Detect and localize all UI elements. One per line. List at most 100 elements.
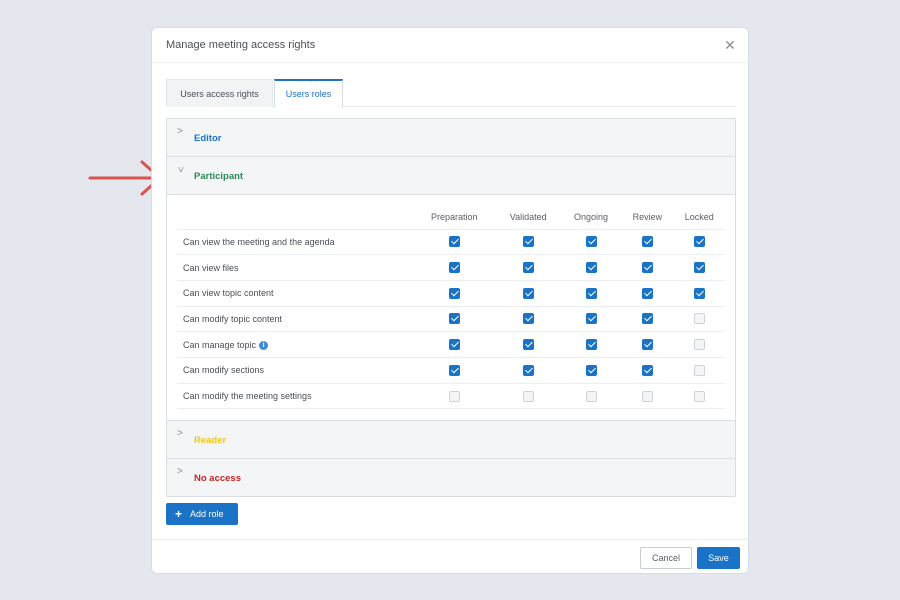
permission-cell	[621, 356, 674, 384]
role-header-reader[interactable]: > Reader	[167, 421, 735, 459]
permission-label: Can modify the meeting settings	[183, 390, 312, 401]
permission-cell	[673, 382, 725, 410]
permission-checkbox[interactable]	[585, 236, 597, 248]
permission-row: Can modify topic content	[177, 305, 725, 332]
permission-checkbox[interactable]	[522, 236, 534, 248]
permission-cell	[560, 254, 622, 281]
permission-checkbox[interactable]	[448, 262, 460, 274]
permission-checkbox[interactable]	[448, 390, 460, 402]
add-role-label: Add role	[190, 509, 224, 519]
permission-label-cell: Can view topic content	[177, 279, 413, 307]
permission-cell	[673, 228, 725, 255]
permission-label: Can modify topic content	[183, 313, 283, 324]
permission-checkbox[interactable]	[522, 262, 534, 274]
permissions-table: Preparation Validated Ongoing Review Loc…	[177, 205, 725, 410]
chevron-down-icon: >	[174, 166, 186, 173]
dialog-header: Manage meeting access rights ✕	[152, 28, 748, 63]
permission-cell	[560, 331, 622, 358]
permission-label: Can manage topic	[183, 339, 257, 350]
permission-cell	[560, 356, 622, 384]
permission-checkbox[interactable]	[522, 339, 534, 351]
permission-checkbox[interactable]	[585, 313, 597, 325]
permission-checkbox[interactable]	[448, 339, 460, 351]
add-role-button[interactable]: + Add role	[166, 503, 238, 525]
permission-checkbox[interactable]	[585, 287, 597, 299]
permission-label-cell: Can view the meeting and the agenda	[177, 228, 413, 255]
permission-checkbox[interactable]	[693, 364, 705, 376]
permission-label-cell: Can view files	[177, 254, 413, 281]
permission-cell	[560, 305, 622, 332]
permission-cell	[495, 382, 561, 410]
permission-cell	[673, 331, 725, 358]
close-icon[interactable]: ✕	[722, 37, 738, 53]
permission-checkbox[interactable]	[693, 339, 705, 351]
dialog-title: Manage meeting access rights	[166, 39, 316, 51]
permission-cell	[495, 305, 561, 332]
tab-bar: Users access rights Users roles	[166, 79, 736, 108]
permission-checkbox[interactable]	[522, 364, 534, 376]
permission-cell	[495, 254, 561, 281]
permission-checkbox[interactable]	[641, 287, 653, 299]
permission-checkbox[interactable]	[641, 313, 653, 325]
role-header-no-access[interactable]: > No access	[167, 459, 735, 496]
column-header-preparation: Preparation	[430, 211, 478, 222]
permission-checkbox[interactable]	[693, 236, 705, 248]
tab-users-roles[interactable]: Users roles	[274, 79, 343, 108]
permission-checkbox[interactable]	[448, 287, 460, 299]
tab-users-access-rights[interactable]: Users access rights	[166, 79, 273, 107]
save-button[interactable]: Save	[697, 547, 740, 569]
permission-label-cell: Can modify the meeting settings	[177, 382, 413, 410]
permission-checkbox[interactable]	[585, 390, 597, 402]
dialog-footer: Cancel Save	[152, 539, 748, 573]
role-header-editor[interactable]: > Editor	[167, 119, 735, 157]
permission-checkbox[interactable]	[641, 236, 653, 248]
permission-row: Can view topic content	[177, 279, 725, 307]
permission-cell	[495, 279, 561, 307]
permission-checkbox[interactable]	[585, 339, 597, 351]
permission-checkbox[interactable]	[448, 236, 460, 248]
permission-cell	[621, 305, 674, 332]
permission-label: Can view files	[183, 262, 239, 273]
permissions-header-row: Preparation Validated Ongoing Review Loc…	[177, 205, 725, 229]
permission-column-header	[177, 205, 413, 229]
permission-cell	[495, 331, 561, 358]
permission-row: Can view the meeting and the agenda	[177, 228, 725, 255]
permission-row: Can view files	[177, 254, 725, 281]
permission-checkbox[interactable]	[448, 364, 460, 376]
permission-cell	[673, 279, 725, 307]
plus-icon: +	[175, 507, 183, 521]
permission-cell	[621, 331, 674, 358]
permission-cell	[413, 382, 496, 410]
permission-checkbox[interactable]	[693, 390, 705, 402]
permission-label-cell: Can manage topic i	[177, 331, 413, 358]
permission-checkbox[interactable]	[693, 262, 705, 274]
chevron-right-icon: >	[177, 126, 183, 137]
permission-cell	[413, 228, 496, 255]
permission-label: Can view topic content	[183, 288, 274, 299]
permission-checkbox[interactable]	[585, 364, 597, 376]
permission-label-cell: Can modify topic content	[177, 305, 413, 332]
permission-cell	[621, 382, 674, 410]
permission-checkbox[interactable]	[641, 364, 653, 376]
permission-checkbox[interactable]	[585, 262, 597, 274]
permission-checkbox[interactable]	[693, 287, 705, 299]
permission-row: Can modify sections	[177, 356, 725, 384]
permission-checkbox[interactable]	[641, 390, 653, 402]
role-header-participant[interactable]: > Participant	[167, 157, 735, 195]
permission-checkbox[interactable]	[693, 313, 705, 325]
permission-checkbox[interactable]	[641, 262, 653, 274]
permission-cell	[560, 279, 622, 307]
chevron-right-icon: >	[177, 428, 183, 439]
permission-checkbox[interactable]	[448, 313, 460, 325]
info-icon[interactable]: i	[259, 340, 269, 350]
permission-cell	[560, 228, 622, 255]
column-header-validated: Validated	[509, 211, 547, 222]
column-header-locked: Locked	[684, 211, 714, 222]
role-name: Editor	[194, 133, 222, 144]
cancel-button[interactable]: Cancel	[640, 547, 692, 569]
permission-checkbox[interactable]	[522, 287, 534, 299]
permission-checkbox[interactable]	[641, 339, 653, 351]
permission-cell	[621, 228, 674, 255]
permission-checkbox[interactable]	[522, 390, 534, 402]
permission-checkbox[interactable]	[522, 313, 534, 325]
